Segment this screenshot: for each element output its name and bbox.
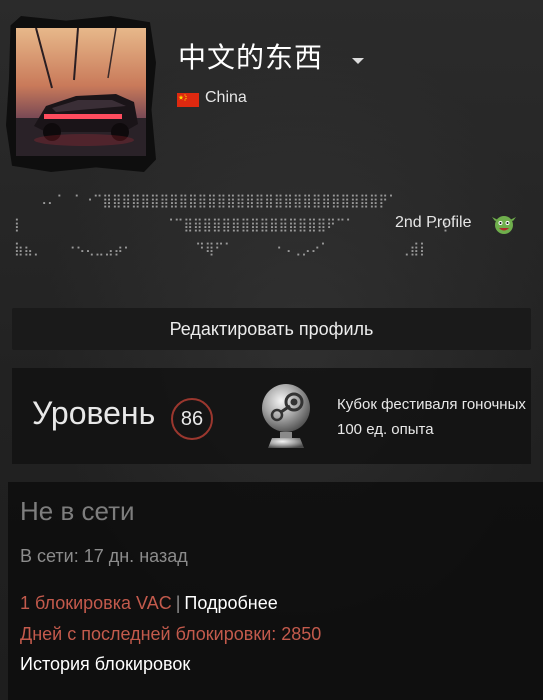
summary-line: ⡇ ⠈⠉⣿⣿⣿⣿⣿⣿⣿⣿⣿⣿⣿⣿⣿⣿⣿⠟⠉⠁ ⠄⡇ <box>14 218 453 233</box>
vac-info-link[interactable]: Подробнее <box>184 593 277 613</box>
summary-line: ⣷⣦⡀ ⠐⠢⢄⣀⣠⡴⠂ ⠙⢿⠋⠁ ⠐⠠⢀⡠⠔⠁ ⢀⣾⡇ <box>14 242 429 257</box>
chevron-down-icon[interactable] <box>352 58 364 64</box>
level-label: Уровень <box>32 395 156 431</box>
ban-history-link[interactable]: История блокировок <box>20 654 190 675</box>
online-status: Не в сети <box>20 496 135 526</box>
goblin-emoticon-icon <box>492 212 516 236</box>
level-badge[interactable]: 86 <box>171 398 213 440</box>
china-flag-icon <box>177 93 199 107</box>
badge-name[interactable]: Кубок фестиваля гоночных <box>337 396 543 413</box>
country-label: China <box>205 89 247 106</box>
summary-trailing-text: 2nd Profile <box>395 214 472 231</box>
days-since-ban: Дней с последней блокировки: 2850 <box>20 624 322 644</box>
vac-ban-count: 1 блокировка VAC <box>20 593 172 613</box>
persona-name: 中文的东西 <box>178 41 324 74</box>
last-online-text: В сети: 17 дн. назад <box>20 546 188 566</box>
badge-xp: 100 ед. опыта <box>337 421 434 438</box>
summary-line: ⠠⠄⠁ ⠁⠐⠉⣿⣿⣿⣿⣿⣿⣿⣿⣿⣿⣿⣿⣿⣿⣿⣿⣿⣿⣿⣿⣿⣿⣿⣿⣿⣿⣿⣿⣿⡟⠁ <box>14 194 398 209</box>
edit-profile-button[interactable]: Редактировать профиль <box>12 308 531 350</box>
steam-trophy-badge-icon[interactable] <box>250 378 326 454</box>
vac-ban-line: 1 блокировка VAC | Подробнее <box>20 593 278 614</box>
vac-separator: | <box>175 593 181 613</box>
profile-summary: ⠠⠄⠁ ⠁⠐⠉⣿⣿⣿⣿⣿⣿⣿⣿⣿⣿⣿⣿⣿⣿⣿⣿⣿⣿⣿⣿⣿⣿⣿⣿⣿⣿⣿⣿⣿⡟⠁ ⡇ … <box>14 190 453 262</box>
avatar[interactable] <box>16 28 146 156</box>
